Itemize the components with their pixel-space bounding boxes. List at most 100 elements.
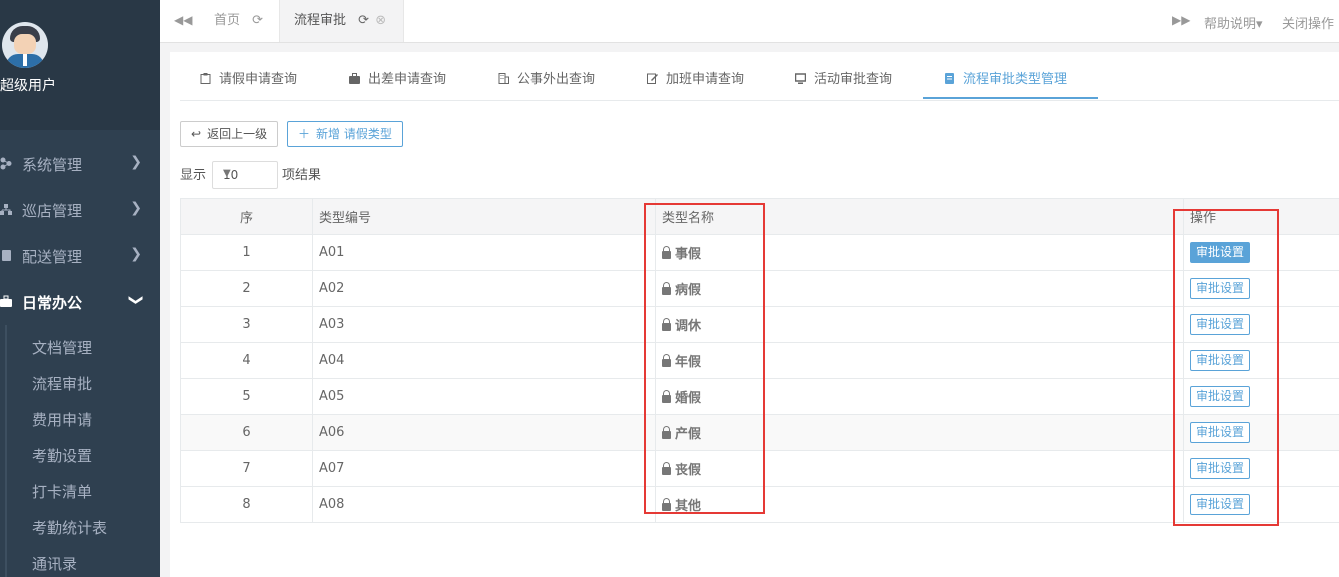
tab-label: 请假申请查询 (219, 72, 298, 87)
lock-icon (662, 390, 671, 403)
cell-index: 5 (180, 378, 313, 415)
briefcase-icon (349, 73, 360, 84)
top-tab-bar: ◀◀ 首页 ⟳ 流程审批 ⟳ ⊗ ▶▶ 帮助说明▾ 关闭操作 (160, 0, 1339, 43)
cell-index: 3 (180, 306, 313, 343)
cell-code: A03 (312, 306, 656, 343)
sidebar-item-label: 配送管理 (22, 248, 83, 266)
tab-home[interactable]: 首页 ⟳ (214, 0, 273, 42)
tab-workflow[interactable]: 流程审批 ⟳ ⊗ (279, 0, 404, 42)
username[interactable]: 超级用户 (0, 75, 56, 95)
approval-settings-button[interactable]: 审批设置 (1190, 386, 1251, 407)
type-name: 调休 (675, 319, 702, 334)
building-icon (498, 73, 509, 84)
cell-actions: 审批设置 (1183, 378, 1339, 415)
type-name: 年假 (675, 355, 702, 370)
tab-workflow-type-management[interactable]: 流程审批类型管理 (944, 68, 1067, 87)
sidebar-item-daily-office[interactable]: 日常办公 ❯ (0, 280, 160, 326)
sidebar-item-label: 巡店管理 (22, 202, 83, 220)
show-suffix: 项结果 (282, 168, 322, 183)
column-header-actions: 操作 (1183, 198, 1339, 235)
cell-code: A01 (312, 234, 656, 271)
help-menu[interactable]: 帮助说明▾ (1204, 13, 1263, 32)
cell-name: 年假 (655, 342, 1184, 379)
query-tabs: 请假申请查询 出差申请查询 公事外出查询 加班申请查询 活动审批查询 流程审批类… (180, 52, 1339, 101)
table-row: 2 A02 病假 审批设置 (180, 270, 1339, 307)
sidebar-item-delivery[interactable]: 配送管理 ❯ (0, 234, 160, 280)
refresh-icon[interactable]: ⟳ (358, 13, 369, 28)
column-header-name: 类型名称 (655, 198, 1184, 235)
cell-actions: 审批设置 (1183, 234, 1339, 271)
show-prefix: 显示 (180, 168, 207, 183)
cell-name: 病假 (655, 270, 1184, 307)
approval-settings-button[interactable]: 审批设置 (1190, 350, 1251, 371)
cell-name: 婚假 (655, 378, 1184, 415)
lock-icon (662, 498, 671, 511)
table-row: 5 A05 婚假 审批设置 (180, 378, 1339, 415)
back-label: 返回上一级 (207, 127, 268, 141)
sidebar-item-system[interactable]: 系统管理 ❯ (0, 142, 160, 188)
cell-index: 7 (180, 450, 313, 487)
profile-area: 超级用户 (0, 0, 160, 130)
cell-index: 4 (180, 342, 313, 379)
close-icon[interactable]: ⊗ (375, 13, 386, 28)
cell-index: 2 (180, 270, 313, 307)
submenu-item-documents[interactable]: 文档管理 (32, 337, 92, 358)
approval-settings-button[interactable]: 审批设置 (1190, 242, 1251, 263)
cell-code: A02 (312, 270, 656, 307)
cell-name: 其他 (655, 486, 1184, 523)
column-header-index: 序 (180, 198, 313, 235)
approval-settings-button[interactable]: 审批设置 (1190, 422, 1251, 443)
tab-business-trip-query[interactable]: 出差申请查询 (349, 68, 446, 87)
approval-settings-button[interactable]: 审批设置 (1190, 458, 1251, 479)
chevron-down-icon: ❯ (128, 294, 145, 306)
lock-icon (662, 246, 671, 259)
briefcase-icon (0, 295, 12, 307)
submenu-item-contacts[interactable]: 通讯录 (32, 553, 77, 574)
tab-label: 流程审批类型管理 (963, 72, 1068, 87)
submenu-line (5, 325, 7, 577)
cell-name: 调休 (655, 306, 1184, 343)
avatar[interactable] (2, 22, 48, 68)
lock-icon (662, 318, 671, 331)
table-row: 3 A03 调休 审批设置 (180, 306, 1339, 343)
clipboard-icon (200, 73, 211, 84)
type-name: 病假 (675, 283, 702, 298)
cell-name: 产假 (655, 414, 1184, 451)
back-button[interactable]: ↩ 返回上一级 (180, 121, 279, 147)
cell-actions: 审批设置 (1183, 270, 1339, 307)
add-label: 新增 请假类型 (316, 127, 392, 141)
submenu-item-clock-list[interactable]: 打卡清单 (32, 481, 92, 502)
submenu-item-workflow[interactable]: 流程审批 (32, 373, 92, 394)
cell-name: 丧假 (655, 450, 1184, 487)
refresh-icon[interactable]: ⟳ (252, 13, 263, 28)
table-row: 4 A04 年假 审批设置 (180, 342, 1339, 379)
sitemap-icon (0, 204, 12, 215)
submenu: 文档管理 流程审批 费用申请 考勤设置 打卡清单 考勤统计表 通讯录 (0, 325, 160, 577)
add-leave-type-button[interactable]: ＋ 新增 请假类型 (287, 121, 403, 147)
cell-index: 1 (180, 234, 313, 271)
type-name: 事假 (675, 247, 702, 262)
tab-activity-approval-query[interactable]: 活动审批查询 (795, 68, 892, 87)
chevron-right-icon: ❯ (130, 246, 142, 262)
submenu-item-expense[interactable]: 费用申请 (32, 409, 92, 430)
page-size-select[interactable]: 10 ▼ (212, 161, 278, 189)
sidebar-item-store-patrol[interactable]: 巡店管理 ❯ (0, 188, 160, 234)
document-icon (945, 73, 954, 84)
leave-type-table: 序 类型编号 类型名称 操作 1 A01 事假 审批设置 2 A02 病假 审批设置 3 A03 调… (180, 198, 1339, 523)
tab-public-outing-query[interactable]: 公事外出查询 (498, 68, 595, 87)
scroll-left-icon[interactable]: ◀◀ (174, 13, 192, 27)
cell-code: A07 (312, 450, 656, 487)
close-operations[interactable]: 关闭操作 (1282, 13, 1334, 32)
approval-settings-button[interactable]: 审批设置 (1190, 314, 1251, 335)
approval-settings-button[interactable]: 审批设置 (1190, 494, 1251, 515)
tab-leave-query[interactable]: 请假申请查询 (200, 68, 297, 87)
book-icon (2, 250, 11, 261)
monitor-icon (795, 73, 806, 84)
scroll-right-icon[interactable]: ▶▶ (1172, 13, 1190, 27)
tab-overtime-query[interactable]: 加班申请查询 (647, 68, 744, 87)
submenu-item-attendance-settings[interactable]: 考勤设置 (32, 445, 92, 466)
submenu-item-attendance-stats[interactable]: 考勤统计表 (32, 517, 107, 538)
sidebar: 超级用户 系统管理 ❯ 巡店管理 ❯ 配送管理 ❯ 日常办公 ❯ 文档管理 流程… (0, 0, 160, 577)
approval-settings-button[interactable]: 审批设置 (1190, 278, 1251, 299)
sidebar-item-label: 日常办公 (22, 294, 83, 312)
